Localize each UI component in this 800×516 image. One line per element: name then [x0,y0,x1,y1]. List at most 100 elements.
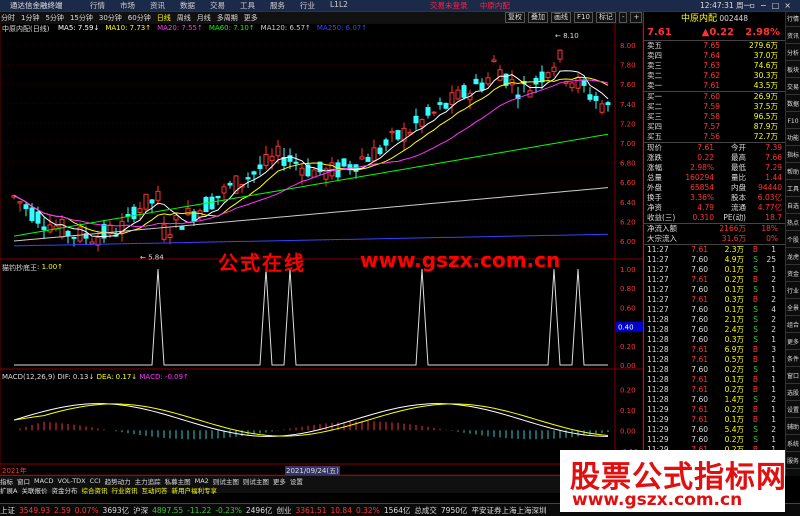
toolbar-button[interactable]: 标记 [595,12,616,23]
window-controls[interactable]: ▫−□× [750,1,796,10]
macd-dif: DIF: 0.13↓ [57,373,95,381]
bids-cell: 37.5万 [753,102,778,111]
period-tab[interactable]: 30分钟 [98,13,123,23]
sidebar-button[interactable]: 热点 [786,216,800,231]
period-tab[interactable]: 更多 [243,13,259,23]
menu-item[interactable]: 资讯 [150,0,165,11]
tick-cell: 7.60 [691,285,708,294]
sidebar-button[interactable]: 工具 [786,182,800,197]
extension-tab[interactable]: 行业资讯 [111,485,137,495]
indicator-tab[interactable]: VOL-TDX [57,477,85,485]
candle-body [257,164,263,170]
sidebar-button[interactable]: 数据 [786,97,800,112]
sidebar-button[interactable]: 行业 [786,284,800,299]
sidebar-button[interactable]: 选股 [786,386,800,401]
sidebar-button[interactable]: 指标 [786,148,800,163]
period-tab[interactable]: 分时 [0,13,16,23]
menu-item[interactable]: L1L2 [330,0,348,11]
candle-body [215,195,221,199]
macd-value: MACD: -0.09↑ [139,373,189,381]
status-item: 10.84 [330,505,352,515]
extension-tab[interactable]: 互动问答 [141,485,167,495]
sidebar-button[interactable]: 龙虎 [786,250,800,265]
sidebar-button[interactable]: 资讯 [786,29,800,44]
menu-item[interactable]: 行情 [90,0,105,11]
sidebar-button[interactable]: 组合 [786,318,800,333]
quote-price-row: 7.61 ▲0.22 2.98% [644,26,785,40]
sidebar-button[interactable]: 窗口 [786,369,800,384]
extension-tab[interactable]: 关联报价 [21,485,47,495]
toolbar-button[interactable]: + [630,12,643,23]
tick-list[interactable]: 11:27 7.61 2.3万 B 1 11:27 7.60 4.9万 S 25 11:27 7.60… [644,244,785,465]
sidebar-button[interactable]: 功能 [786,131,800,146]
indicator-tab[interactable]: MA2 [195,477,209,485]
period-tab[interactable]: 多周期 [216,13,239,23]
tick-cell: B [752,245,758,254]
login-status[interactable]: 交易未登录 [430,1,468,10]
candle-body [173,214,179,221]
sidebar-button[interactable]: F10 [786,114,800,129]
stat-row: 总量 160294 量比 1.44 [644,173,785,183]
macd-tick: 0.10 [620,407,636,415]
toolbar-button[interactable]: - [618,12,628,23]
extension-tab[interactable]: 综合资讯 [81,485,107,495]
sidebar-button[interactable]: 服务 [786,454,800,469]
indicator-tab[interactable]: CCI [90,477,101,485]
period-tab[interactable]: 15分钟 [69,13,94,23]
sidebar-button[interactable]: 条件 [786,352,800,367]
sidebar-button[interactable]: 行情 [786,12,800,27]
price-tick: 6.20 [620,218,636,226]
sidebar-button[interactable]: 系统 [786,437,800,452]
sidebar-button[interactable]: 交易 [786,80,800,95]
menu-item[interactable]: 行业 [300,0,315,11]
indicator-tab[interactable]: 更多 [273,476,286,486]
tick-cell: 0.2万 [724,275,744,284]
sidebar-button[interactable]: 个股 [786,233,800,248]
tick-cell: 1 [771,265,776,274]
toolbar-button[interactable]: 画线 [551,12,571,23]
stat-cell: 18.7 [765,213,782,222]
period-tab[interactable]: 日线 [156,13,172,23]
sidebar-button[interactable]: 帮助 [786,165,800,180]
extension-tab[interactable]: 扩展A [0,485,17,495]
quote-title: 中原内配 [680,14,717,24]
menu-item[interactable]: 数据 [180,0,195,11]
toolbar-button[interactable]: 复权 [505,12,525,23]
sidebar-button[interactable]: 辅助 [786,420,800,435]
candle-body [545,72,551,79]
status-item: 0.07% [74,505,99,515]
menu-item[interactable]: 交易 [210,0,225,11]
menu-item[interactable]: 服务 [270,0,285,11]
indicator-tab[interactable]: 设置 [290,476,303,486]
ask-list: 卖五 7.65 279.6万 卖四 7.64 37.0万 卖三 7.63 74.6万 卖二 7.62… [644,40,785,91]
toolbar-button[interactable]: 叠加 [528,12,548,23]
period-tab[interactable]: 月线 [196,13,212,23]
tick-row: 11:29 7.61 0.2万 B 1 [644,405,785,415]
sidebar-button[interactable]: 设置 [786,403,800,418]
toolbar-button[interactable]: F10 [574,12,593,23]
tick-cell: 11:28 [647,315,669,324]
tick-cell: 0.1万 [724,265,744,274]
period-tab[interactable]: 1分钟 [20,13,40,23]
indicator-tab[interactable]: MACD [34,477,53,485]
period-tab[interactable]: 周线 [176,13,192,23]
sidebar-button[interactable]: 更多 [786,335,800,350]
tick-cell: S [753,255,758,264]
sidebar-button[interactable]: 全景 [786,301,800,316]
tick-cell: 3 [771,345,776,354]
candle-body [389,130,395,134]
candle-body [497,69,503,81]
period-tab[interactable]: 60分钟 [127,13,152,23]
period-tab[interactable]: 5分钟 [44,13,64,23]
extension-tab[interactable]: 新用户福利专享 [171,485,217,495]
extension-tab[interactable]: 资金分布 [51,485,77,495]
sidebar-button[interactable]: 资金 [786,267,800,282]
indicator-tab[interactable]: 则试主图 [243,476,269,486]
status-item: 7950亿 [440,505,468,515]
asks-row: 卖五 7.65 279.6万 [644,41,785,51]
sidebar-button[interactable]: 板块 [786,63,800,78]
sidebar-button[interactable]: 自选 [786,199,800,214]
sidebar-button[interactable]: 分析 [786,46,800,61]
menu-item[interactable]: 工具 [240,0,255,11]
menu-item[interactable]: 市场 [120,0,135,11]
